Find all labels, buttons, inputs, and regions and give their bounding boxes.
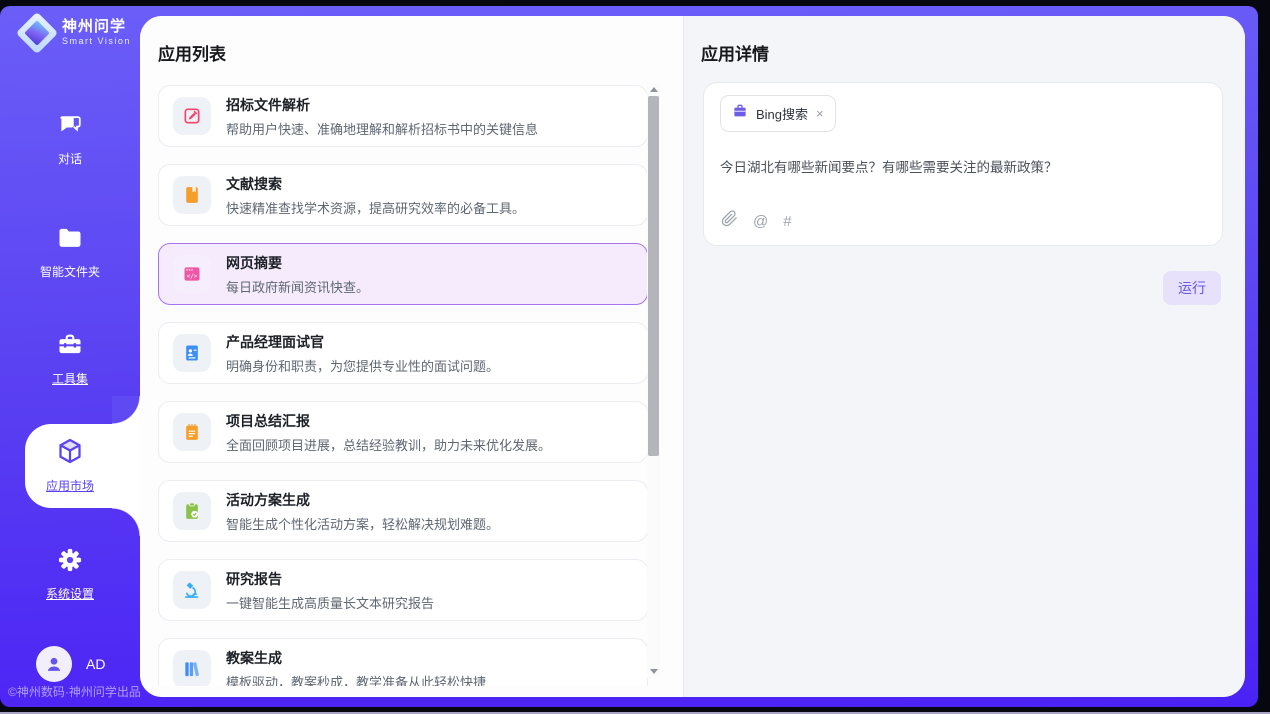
app-title: 产品经理面试官 bbox=[226, 332, 499, 352]
brand-logo: 神州问学 Smart Vision bbox=[20, 16, 131, 50]
app-description: 模板驱动，教案秒成，教学准备从此轻松快捷 bbox=[226, 672, 486, 687]
sidebar-item-chat[interactable]: 对话 bbox=[0, 111, 140, 167]
app-description: 快速精准查找学术资源，提高研究效率的必备工具。 bbox=[226, 198, 525, 217]
chat-icon bbox=[56, 111, 84, 144]
app-title: 教案生成 bbox=[226, 648, 486, 668]
app-card-research-report[interactable]: 研究报告 一键智能生成高质量长文本研究报告 bbox=[158, 559, 648, 621]
user-account[interactable]: AD bbox=[36, 646, 105, 682]
content-area: 应用列表 招标文件解析 帮助用户快速、准确地理解和解析招标书中的关键信息 bbox=[140, 16, 1245, 697]
app-card-bid-parse[interactable]: 招标文件解析 帮助用户快速、准确地理解和解析招标书中的关键信息 bbox=[158, 85, 648, 147]
bid-document-icon bbox=[173, 97, 211, 135]
app-description: 明确身份和职责，为您提供专业性的面试问题。 bbox=[226, 356, 499, 375]
briefcase-icon bbox=[732, 103, 748, 124]
cube-icon bbox=[55, 436, 85, 471]
app-card-literature-search[interactable]: 文献搜索 快速精准查找学术资源，提高研究效率的必备工具。 bbox=[158, 164, 648, 226]
sidebar-item-label: 工具集 bbox=[52, 370, 88, 387]
app-title: 活动方案生成 bbox=[226, 490, 499, 510]
research-report-icon bbox=[173, 571, 211, 609]
user-initials: AD bbox=[86, 656, 105, 672]
brand-logo-icon bbox=[20, 16, 54, 50]
sidebar-item-label: 对话 bbox=[58, 150, 82, 167]
app-title: 文献搜索 bbox=[226, 174, 525, 194]
attachment-icon[interactable] bbox=[721, 210, 738, 232]
app-window: 神州问学 Smart Vision 对话 智能文件夹 bbox=[0, 6, 1258, 707]
copyright-text: ©神州数码·神州问学出品 bbox=[8, 683, 141, 700]
input-toolbar: @ # bbox=[721, 210, 792, 232]
toolbox-icon bbox=[56, 331, 84, 364]
app-list-panel: 应用列表 招标文件解析 帮助用户快速、准确地理解和解析招标书中的关键信息 bbox=[140, 16, 683, 697]
scrollbar-thumb[interactable] bbox=[648, 96, 659, 456]
app-card-list: 招标文件解析 帮助用户快速、准确地理解和解析招标书中的关键信息 文献搜索 快速精… bbox=[158, 85, 648, 686]
active-nav-curve-bottom bbox=[112, 508, 140, 536]
folder-icon bbox=[56, 224, 84, 257]
project-summary-icon bbox=[173, 413, 211, 451]
app-card-project-summary[interactable]: 项目总结汇报 全面回顾项目进展，总结经验教训，助力未来优化发展。 bbox=[158, 401, 648, 463]
gear-icon bbox=[56, 546, 84, 579]
person-icon bbox=[43, 653, 65, 675]
app-card-activity-plan[interactable]: 活动方案生成 智能生成个性化活动方案，轻松解决规划难题。 bbox=[158, 480, 648, 542]
app-title: 网页摘要 bbox=[226, 253, 369, 273]
active-nav-curve-top bbox=[112, 396, 140, 424]
hashtag-icon[interactable]: # bbox=[783, 213, 791, 230]
sidebar-item-settings[interactable]: 系统设置 bbox=[0, 546, 140, 602]
brand-subtitle: Smart Vision bbox=[62, 37, 131, 46]
tool-tag-bing-search[interactable]: Bing搜索 × bbox=[720, 95, 836, 132]
activity-plan-icon bbox=[173, 492, 211, 530]
sidebar: 神州问学 Smart Vision 对话 智能文件夹 bbox=[0, 6, 140, 707]
brand-name: 神州问学 bbox=[62, 19, 131, 35]
sidebar-item-toolset[interactable]: 工具集 bbox=[0, 331, 140, 387]
app-detail-title: 应用详情 bbox=[701, 40, 769, 65]
sidebar-item-label: 智能文件夹 bbox=[40, 263, 100, 280]
query-text[interactable]: 今日湖北有哪些新闻要点？有哪些需要关注的最新政策？ bbox=[720, 156, 1206, 176]
list-scrollbar[interactable] bbox=[647, 83, 660, 678]
app-title: 招标文件解析 bbox=[226, 95, 538, 115]
app-card-lesson-plan[interactable]: 教案生成 模板驱动，教案秒成，教学准备从此轻松快捷 bbox=[158, 638, 648, 686]
interviewer-icon bbox=[173, 334, 211, 372]
run-button[interactable]: 运行 bbox=[1163, 271, 1221, 305]
svg-text:</>: </> bbox=[187, 273, 198, 280]
app-description: 一键智能生成高质量长文本研究报告 bbox=[226, 593, 434, 612]
close-icon[interactable]: × bbox=[816, 107, 824, 120]
web-summary-icon: </> bbox=[173, 255, 211, 293]
sidebar-item-label: 系统设置 bbox=[46, 585, 94, 602]
sidebar-item-app-market[interactable]: 应用市场 bbox=[0, 436, 140, 494]
sidebar-item-smart-folder[interactable]: 智能文件夹 bbox=[0, 224, 140, 280]
app-list-title: 应用列表 bbox=[158, 40, 226, 65]
avatar bbox=[36, 646, 72, 682]
app-card-pm-interviewer[interactable]: 产品经理面试官 明确身份和职责，为您提供专业性的面试问题。 bbox=[158, 322, 648, 384]
app-title: 研究报告 bbox=[226, 569, 434, 589]
scroll-up-icon[interactable] bbox=[650, 87, 658, 92]
app-description: 全面回顾项目进展，总结经验教训，助力未来优化发展。 bbox=[226, 435, 551, 454]
prompt-input-card[interactable]: Bing搜索 × 今日湖北有哪些新闻要点？有哪些需要关注的最新政策？ @ # bbox=[703, 82, 1223, 246]
app-title: 项目总结汇报 bbox=[226, 411, 551, 431]
mention-icon[interactable]: @ bbox=[753, 213, 768, 230]
tool-tag-label: Bing搜索 bbox=[756, 104, 808, 123]
literature-search-icon bbox=[173, 176, 211, 214]
lesson-plan-icon bbox=[173, 650, 211, 686]
sidebar-item-label: 应用市场 bbox=[46, 477, 94, 494]
scroll-down-icon[interactable] bbox=[650, 669, 658, 674]
app-card-web-summary[interactable]: </> 网页摘要 每日政府新闻资讯快查。 bbox=[158, 243, 648, 305]
app-description: 每日政府新闻资讯快查。 bbox=[226, 277, 369, 296]
app-description: 智能生成个性化活动方案，轻松解决规划难题。 bbox=[226, 514, 499, 533]
app-detail-panel: 应用详情 Bing搜索 × 今日湖北有哪些新闻要点？有哪些需要关注的最新政策？ bbox=[683, 16, 1245, 697]
app-description: 帮助用户快速、准确地理解和解析招标书中的关键信息 bbox=[226, 119, 538, 138]
